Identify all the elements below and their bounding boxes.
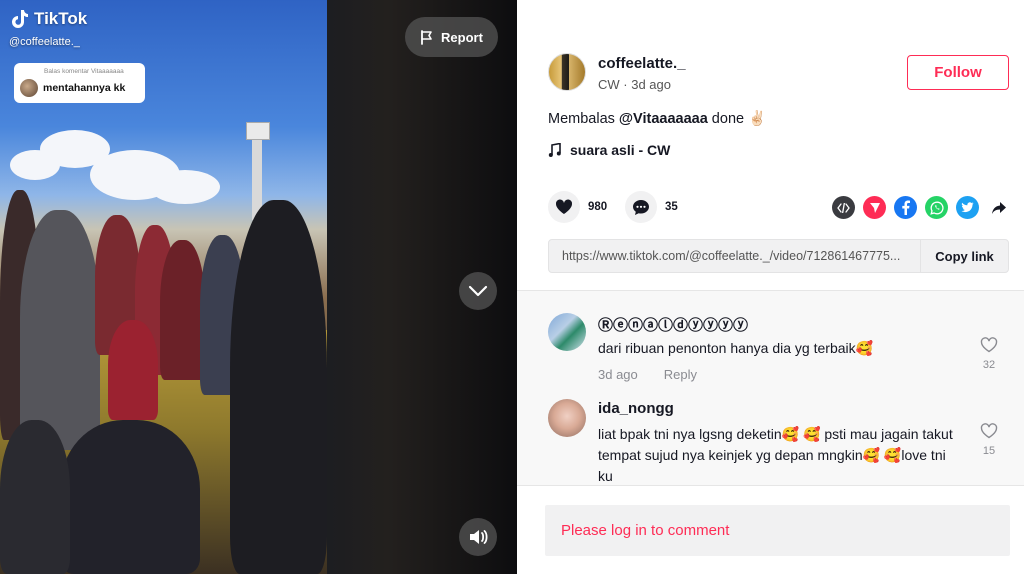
commenter-name[interactable]: Ⓡⓔⓝⓐⓛⓓⓨⓨⓨⓨ — [598, 314, 748, 335]
login-to-comment-prompt[interactable]: Please log in to comment — [545, 505, 1010, 556]
copy-link-button[interactable]: Copy link — [920, 240, 1008, 272]
twitter-icon — [961, 202, 974, 213]
like-count: 980 — [588, 201, 608, 213]
share-whatsapp-button[interactable] — [925, 196, 948, 219]
comment-item: ida_nongg liat bpak tni nya lgsng deketi… — [548, 399, 1008, 485]
embed-icon — [837, 202, 850, 213]
video-link-box: https://www.tiktok.com/@coffeelatte._/vi… — [548, 239, 1009, 273]
author-meta: CW · 3d ago — [598, 77, 671, 92]
music-label: suara asli - CW — [570, 142, 671, 158]
reply-sticker-avatar — [20, 79, 38, 97]
sky-cloud — [10, 150, 60, 180]
embed-button[interactable] — [832, 196, 855, 219]
video-caption: Membalas @Vitaaaaaaa done ✌🏻 — [548, 110, 766, 127]
commenter-avatar[interactable] — [548, 313, 586, 351]
caption-prefix: Membalas — [548, 111, 619, 127]
volume-button[interactable] — [459, 518, 497, 556]
comment-bubble-icon — [633, 199, 649, 215]
like-stat[interactable]: 980 — [548, 191, 607, 223]
crowd-figure — [0, 420, 70, 574]
comment-like-count: 15 — [982, 445, 996, 457]
crowd-figure — [160, 240, 205, 380]
author-avatar[interactable] — [548, 53, 586, 91]
caption-mention[interactable]: @Vitaaaaaaa — [619, 111, 708, 127]
comment-meta: 3d ago Reply — [598, 367, 697, 382]
crowd-figure — [60, 420, 200, 574]
comment-count: 35 — [665, 201, 678, 213]
commenter-avatar[interactable] — [548, 399, 586, 437]
sky-cloud — [150, 170, 220, 204]
details-panel: coffeelatte._ CW · 3d ago Follow Membala… — [517, 0, 1024, 574]
facebook-icon — [902, 200, 910, 215]
report-label: Report — [441, 29, 483, 45]
comment-stat[interactable]: 35 — [625, 191, 678, 223]
comment-text: liat bpak tni nya lgsng deketin🥰 🥰 psti … — [598, 426, 953, 484]
author-username[interactable]: coffeelatte._ — [598, 55, 686, 72]
send-to-friends-button[interactable] — [863, 196, 886, 219]
share-twitter-button[interactable] — [956, 196, 979, 219]
reply-link[interactable]: Reply — [664, 367, 697, 382]
comment-button[interactable] — [625, 191, 657, 223]
comment-like[interactable]: 32 — [976, 337, 1002, 371]
tiktok-watermark: TikTok — [12, 9, 87, 29]
crowd-figure — [230, 200, 327, 574]
comment-like[interactable]: 15 — [976, 423, 1002, 457]
flag-icon — [421, 29, 432, 45]
heart-outline-icon — [980, 423, 998, 439]
commenter-name[interactable]: ida_nongg — [598, 400, 674, 417]
crowd-figure — [20, 210, 100, 450]
music-note-icon — [548, 142, 561, 157]
heart-icon — [555, 199, 573, 214]
send-icon — [869, 202, 880, 213]
tiktok-video-page: TikTok @coffeelatte._ Balas komentar Vit… — [0, 0, 1024, 574]
tiktok-logo-text: TikTok — [34, 9, 88, 28]
more-share-button[interactable] — [987, 196, 1010, 219]
heart-outline-icon — [980, 337, 998, 353]
whatsapp-icon — [929, 201, 944, 215]
reply-sticker-text: mentahannya kk — [43, 82, 126, 94]
crowd-figure — [108, 320, 158, 420]
comments-list[interactable]: Ⓡⓔⓝⓐⓛⓓⓨⓨⓨⓨ dari ribuan penonton hanya di… — [517, 290, 1024, 486]
comment-time: 3d ago — [598, 367, 638, 382]
caption-suffix: done ✌🏻 — [707, 111, 767, 127]
next-video-button[interactable] — [459, 272, 497, 310]
watermark-handle: @coffeelatte._ — [9, 36, 80, 48]
reply-sticker-caption: Balas komentar Vitaaaaaaa — [44, 68, 124, 75]
reply-comment-sticker: Balas komentar Vitaaaaaaa mentahannya kk — [14, 63, 145, 103]
music-link[interactable]: suara asli - CW — [548, 142, 670, 158]
tiktok-logo-icon — [12, 10, 28, 28]
share-facebook-button[interactable] — [894, 196, 917, 219]
chevron-down-icon — [468, 285, 488, 297]
comment-text: dari ribuan penonton hanya dia yg terbai… — [598, 340, 874, 356]
report-button[interactable]: Report — [405, 17, 498, 57]
like-button[interactable] — [548, 191, 580, 223]
video-player[interactable]: TikTok @coffeelatte._ Balas komentar Vit… — [0, 0, 517, 574]
follow-button[interactable]: Follow — [907, 55, 1009, 90]
share-arrow-icon — [991, 201, 1006, 214]
volume-icon — [470, 530, 488, 544]
comment-like-count: 32 — [982, 359, 996, 371]
video-url-text[interactable]: https://www.tiktok.com/@coffeelatte._/vi… — [549, 249, 920, 263]
comment-item: Ⓡⓔⓝⓐⓛⓓⓨⓨⓨⓨ dari ribuan penonton hanya di… — [548, 313, 1008, 403]
